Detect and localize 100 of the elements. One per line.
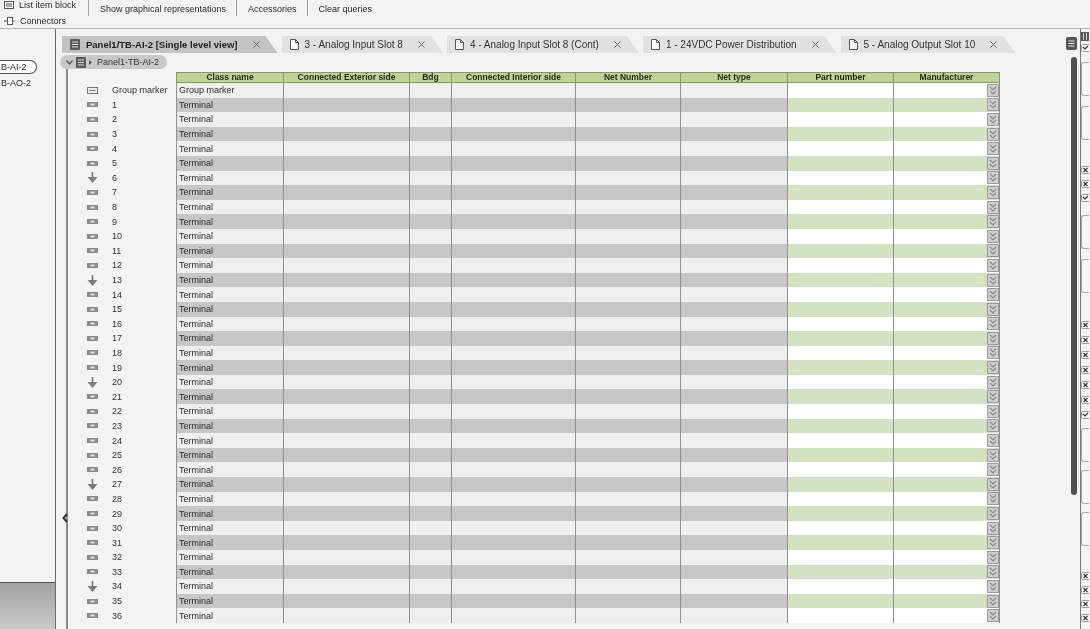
tree-item-label[interactable]: 16 [112,318,122,329]
close-icon[interactable] [1081,351,1089,359]
editable-cell[interactable] [787,360,893,375]
dropdown-cell[interactable] [893,389,1000,405]
double-chevron-icon[interactable] [987,258,999,272]
side-button[interactable] [1081,62,1089,96]
scrollbar-thumb[interactable] [1071,57,1077,495]
toolbar-button[interactable]: Show graphical representations [100,4,237,14]
dropdown-cell[interactable] [893,433,1000,448]
panel-list-item[interactable]: B-AI-2 [0,60,37,74]
editable-cell[interactable] [787,433,893,448]
editable-cell[interactable] [787,287,893,302]
double-chevron-icon[interactable] [987,273,999,287]
tree-item-label[interactable]: 30 [112,523,122,534]
editable-cell[interactable] [787,404,893,419]
dropdown-cell[interactable] [893,112,1000,127]
double-chevron-icon[interactable] [987,171,999,185]
editable-cell[interactable] [787,112,893,127]
close-icon[interactable] [990,41,998,48]
panel-list-item[interactable]: B-AO-2 [0,76,37,90]
close-icon[interactable] [1081,321,1089,329]
tree-item-label[interactable]: 4 [112,143,117,154]
editable-cell[interactable] [787,214,893,229]
tree-item-label[interactable]: 12 [112,260,122,271]
tree-item-label[interactable]: 19 [112,362,122,373]
double-chevron-icon[interactable] [987,98,999,112]
editable-cell[interactable] [787,579,893,594]
tree-item-label[interactable]: 3 [112,129,117,140]
editable-cell[interactable] [787,83,893,98]
double-chevron-icon[interactable] [987,83,999,97]
tree-item-label[interactable]: 8 [112,202,117,213]
tree-item-label[interactable]: 22 [112,406,122,417]
tree-item-label[interactable]: 24 [112,435,122,446]
check-icon[interactable] [1081,411,1089,419]
editable-cell[interactable] [787,389,893,405]
toolbar-item[interactable]: Connectors [4,16,67,26]
tree-item-label[interactable]: Group marker [112,85,168,96]
breadcrumb-link[interactable]: Panel1-TB-AI-2 [97,57,160,67]
tree-item-label[interactable]: 14 [112,289,122,300]
tree-item-label[interactable]: 26 [112,464,122,475]
double-chevron-icon[interactable] [987,565,999,579]
close-icon[interactable] [417,41,425,48]
collapse-chevron-icon[interactable] [62,513,68,523]
tree-item-label[interactable]: 11 [112,245,122,256]
close-icon[interactable] [1081,366,1089,374]
toolbar-button[interactable]: Accessories [248,4,307,14]
editable-cell[interactable] [787,141,893,156]
tree-item-label[interactable]: 31 [112,537,122,548]
check-icon[interactable] [1081,194,1089,202]
double-chevron-icon[interactable] [987,390,999,404]
toolbar-item[interactable]: List item block [4,0,77,10]
editable-cell[interactable] [787,477,893,492]
double-chevron-icon[interactable] [987,331,999,345]
dropdown-cell[interactable] [893,83,1000,98]
tree-item-label[interactable]: 20 [112,377,122,388]
side-button[interactable] [1081,470,1089,504]
double-chevron-icon[interactable] [987,142,999,156]
double-chevron-icon[interactable] [987,113,999,126]
editable-cell[interactable] [787,550,893,565]
tree-item-label[interactable]: 2 [112,114,117,125]
close-icon[interactable] [1081,586,1089,594]
tree-item-label[interactable]: 32 [112,552,122,563]
tree-item-label[interactable]: 33 [112,566,122,577]
double-chevron-icon[interactable] [987,215,999,229]
close-icon[interactable] [1081,600,1089,608]
close-icon[interactable] [1081,166,1089,174]
side-button[interactable] [1081,259,1089,293]
tree-item-label[interactable]: 35 [112,596,122,607]
dropdown-cell[interactable] [893,404,1000,419]
double-chevron-icon[interactable] [987,463,999,477]
editable-cell[interactable] [787,185,893,200]
tab[interactable]: Panel1/TB-AI-2 [Single level view] [62,36,278,53]
double-chevron-icon[interactable] [987,609,999,623]
double-chevron-icon[interactable] [987,346,999,360]
tree-item-label[interactable]: 25 [112,450,122,461]
dropdown-cell[interactable] [893,608,1000,623]
columns-icon[interactable] [1081,32,1089,41]
dropdown-cell[interactable] [893,462,1000,478]
tree-item-label[interactable]: 18 [112,348,122,358]
tree-item-label[interactable]: 17 [112,333,122,344]
dropdown-cell[interactable] [893,360,1000,375]
tab[interactable]: 4 - Analog Input Slot 8 (Cont) [446,36,639,53]
tree-item-label[interactable]: 27 [112,479,122,490]
editable-cell[interactable] [787,535,893,550]
editable-cell[interactable] [787,258,893,273]
double-chevron-icon[interactable] [987,580,999,593]
editable-cell[interactable] [787,506,893,521]
tree-item-label[interactable]: 10 [112,231,122,242]
dropdown-cell[interactable] [893,287,1000,302]
close-icon[interactable] [1081,396,1089,404]
double-chevron-icon[interactable] [987,288,999,302]
dropdown-cell[interactable] [893,506,1000,521]
double-chevron-icon[interactable] [987,521,999,535]
close-icon[interactable] [811,41,819,48]
tab[interactable]: 1 - 24VDC Power Distribution [642,36,837,53]
dropdown-cell[interactable] [893,214,1000,229]
dropdown-cell[interactable] [893,579,1000,594]
close-icon[interactable] [1081,336,1089,344]
double-chevron-icon[interactable] [987,302,999,316]
toolbar-button[interactable]: Clear queries [318,4,383,14]
